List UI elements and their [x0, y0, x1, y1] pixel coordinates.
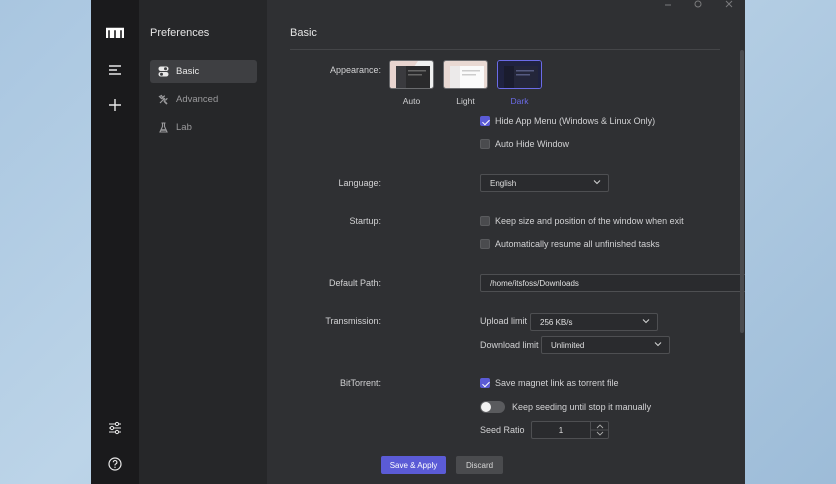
download-limit-select[interactable]: Unlimited	[541, 336, 670, 354]
icon-bar	[91, 0, 139, 484]
app-window: Preferences Basic Advanced Lab Basic App…	[91, 0, 745, 484]
preferences-sidebar: Preferences Basic Advanced Lab	[139, 0, 267, 484]
menu-list-icon[interactable]	[91, 55, 139, 85]
theme-auto-option[interactable]	[389, 60, 434, 89]
download-limit-value: Unlimited	[551, 340, 585, 350]
add-icon[interactable]	[91, 90, 139, 120]
settings-sliders-icon[interactable]	[91, 413, 139, 443]
theme-light-option[interactable]	[443, 60, 488, 89]
title-divider	[290, 49, 720, 50]
chevron-down-icon	[654, 340, 662, 350]
download-limit-label: Download limit	[480, 340, 539, 350]
default-path-label: Default Path:	[328, 278, 381, 288]
sidebar-item-label: Basic	[176, 66, 200, 77]
preferences-main: Basic Appearance: Auto Light Dark Hide A…	[267, 0, 745, 484]
close-icon[interactable]	[725, 0, 733, 12]
keep-size-checkbox[interactable]	[480, 216, 490, 226]
chevron-down-icon	[642, 317, 650, 327]
sidebar-title: Preferences	[150, 27, 210, 39]
tools-icon	[150, 94, 176, 105]
sidebar-item-label: Advanced	[176, 94, 219, 105]
auto-resume-label: Automatically resume all unfinished task…	[495, 239, 660, 249]
hide-app-menu-label: Hide App Menu (Windows & Linux Only)	[495, 116, 656, 126]
sidebar-item-lab[interactable]: Lab	[150, 116, 257, 139]
scrollbar[interactable]	[740, 50, 744, 333]
help-icon[interactable]	[91, 449, 139, 479]
upload-limit-value: 256 KB/s	[540, 317, 573, 327]
sidebar-item-basic[interactable]: Basic	[150, 60, 257, 83]
theme-auto-label: Auto	[402, 96, 421, 106]
keep-size-label: Keep size and position of the window whe…	[495, 216, 684, 226]
auto-hide-window-label: Auto Hide Window	[495, 139, 570, 149]
seed-ratio-stepper[interactable]	[590, 422, 609, 438]
discard-button[interactable]: Discard	[456, 456, 503, 474]
toggle-icon	[150, 66, 176, 77]
language-select[interactable]: English	[480, 174, 609, 192]
save-magnet-checkbox[interactable]	[480, 378, 490, 388]
language-label: Language:	[338, 178, 381, 188]
save-magnet-label: Save magnet link as torrent file	[495, 378, 619, 388]
seed-ratio-input[interactable]: 1	[531, 421, 609, 439]
save-apply-button[interactable]: Save & Apply	[381, 456, 446, 474]
keep-seeding-label: Keep seeding until stop it manually	[512, 402, 652, 412]
flask-icon	[150, 122, 176, 133]
default-path-input[interactable]: /home/itsfoss/Downloads	[480, 274, 745, 292]
motrix-logo-icon[interactable]	[91, 18, 139, 48]
bittorrent-label: BitTorrent:	[339, 378, 381, 388]
keep-seeding-toggle[interactable]	[480, 401, 505, 413]
startup-label: Startup:	[349, 216, 381, 226]
transmission-label: Transmission:	[325, 316, 381, 326]
auto-hide-window-checkbox[interactable]	[480, 139, 490, 149]
upload-limit-label: Upload limit	[480, 316, 528, 326]
sidebar-item-label: Lab	[176, 122, 192, 133]
toggle-knob	[481, 402, 491, 412]
language-value: English	[490, 178, 517, 188]
appearance-label: Appearance:	[329, 65, 381, 75]
theme-dark-label: Dark	[510, 96, 529, 106]
chevron-down-icon	[593, 178, 601, 188]
seed-ratio-label: Seed Ratio	[480, 425, 525, 435]
seed-ratio-value: 1	[558, 425, 564, 435]
page-title: Basic	[290, 27, 317, 39]
sidebar-item-advanced[interactable]: Advanced	[150, 88, 257, 111]
auto-resume-checkbox[interactable]	[480, 239, 490, 249]
upload-limit-select[interactable]: 256 KB/s	[530, 313, 658, 331]
theme-light-label: Light	[456, 96, 475, 106]
maximize-icon[interactable]	[694, 0, 702, 12]
default-path-value: /home/itsfoss/Downloads	[490, 278, 579, 288]
minimize-icon[interactable]	[664, 0, 672, 12]
theme-dark-option[interactable]	[497, 60, 542, 89]
hide-app-menu-checkbox[interactable]	[480, 116, 490, 126]
